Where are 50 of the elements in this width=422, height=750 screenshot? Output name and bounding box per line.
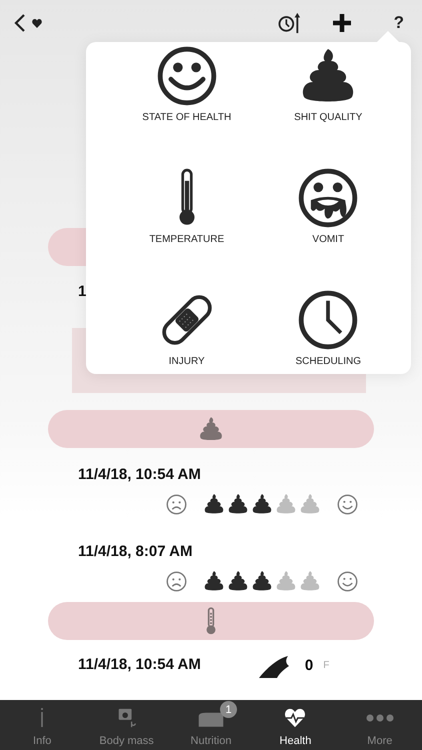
help-button[interactable]: ? [390, 13, 408, 33]
notification-badge: 1 [220, 701, 238, 718]
thermometer-icon [205, 607, 217, 635]
info-icon [40, 707, 44, 729]
heart-icon [32, 18, 42, 28]
poop-icon [251, 493, 273, 515]
menu-item-label[interactable]: INJURY [168, 356, 205, 368]
temperature-value: 0 [304, 656, 314, 674]
tab-bar-item[interactable]: Info [0, 700, 84, 750]
entry-date: 11/4/18, 8:07 AM [78, 542, 194, 562]
poop-rating[interactable] [203, 493, 321, 515]
clock-arrow-icon[interactable] [278, 12, 302, 34]
poop-icon [299, 570, 321, 592]
temperature-unit: F [323, 660, 330, 670]
menu-item-label[interactable]: VOMIT [312, 234, 344, 246]
poop-rating[interactable] [203, 570, 321, 592]
poop-icon [227, 493, 249, 515]
menu-item-label[interactable]: TEMPERATURE [149, 234, 224, 246]
poop-icon [203, 493, 225, 515]
menu-item-label[interactable]: SCHEDULING [295, 356, 362, 368]
menu-item-label[interactable]: SHIT QUALITY [294, 112, 362, 124]
entry-date: 1 [78, 282, 88, 302]
smiley-icon [337, 570, 358, 592]
clock-icon[interactable] [298, 290, 358, 350]
poop-icon [299, 493, 321, 515]
back-icon[interactable] [14, 13, 26, 33]
scale-icon [116, 707, 138, 729]
entry-date: 11/4/18, 10:54 AM [78, 655, 201, 675]
tab-bar-item[interactable]: 1 Nutrition [168, 700, 254, 750]
poop-icon [251, 570, 273, 592]
sad-face-icon [166, 570, 187, 592]
poop-icon [203, 570, 225, 592]
entry-date: 11/4/18, 10:54 AM [78, 465, 202, 485]
wedge-shape [258, 656, 289, 678]
more-icon [366, 714, 394, 722]
heartbeat-icon [284, 707, 306, 729]
poop-icon [275, 570, 297, 592]
smiley-icon[interactable] [156, 46, 217, 106]
smiley-icon [337, 494, 358, 514]
add-icon[interactable] [332, 13, 352, 33]
tab-bar-item[interactable]: Body mass [84, 700, 169, 750]
poop-icon [227, 570, 249, 592]
tab-bar-item[interactable]: Health [253, 700, 338, 750]
vomit-face-icon[interactable] [298, 168, 358, 228]
sad-face-icon [166, 494, 187, 514]
poop-icon [275, 493, 297, 515]
section-header-bar[interactable] [48, 410, 374, 448]
menu-item-label[interactable]: STATE OF HEALTH [142, 112, 232, 124]
tab-bar-item[interactable]: More [338, 700, 422, 750]
poop-icon [198, 416, 224, 442]
